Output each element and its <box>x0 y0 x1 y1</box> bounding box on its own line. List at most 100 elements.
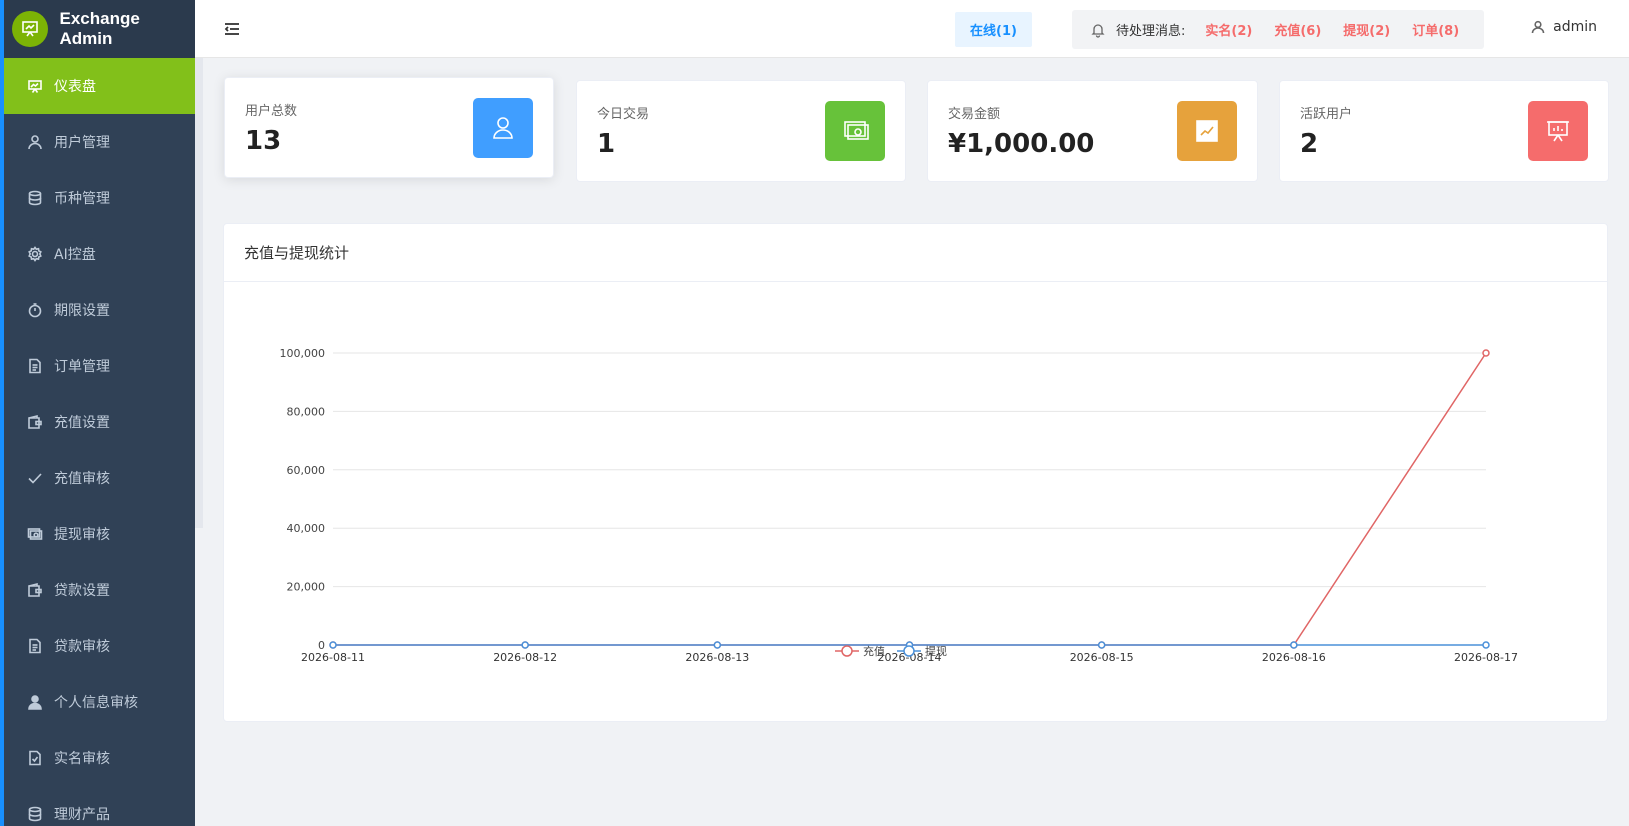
y-tick-label: 60,000 <box>287 464 326 477</box>
y-tick-label: 40,000 <box>287 522 326 535</box>
timer-icon <box>26 301 44 319</box>
user-menu[interactable]: admin <box>1531 19 1597 35</box>
menu-toggle-icon[interactable] <box>223 20 241 38</box>
person-filled-icon <box>26 693 44 711</box>
sidebar-item-7[interactable]: 充值审核 <box>4 450 195 506</box>
presentation-icon <box>1528 101 1588 161</box>
stat-value: 2 <box>1300 129 1319 159</box>
stat-label: 活跃用户 <box>1300 107 1353 122</box>
series-line <box>333 352 1487 646</box>
x-tick-label: 2026-08-15 <box>1070 651 1134 664</box>
stat-value: 13 <box>245 126 282 156</box>
sidebar-item-13[interactable]: 理财产品 <box>4 786 195 826</box>
sidebar-item-10[interactable]: 贷款审核 <box>4 618 195 674</box>
logo-bar: Exchange Admin <box>4 0 195 58</box>
app-title: Exchange Admin <box>59 9 140 48</box>
stat-label: 交易金额 <box>948 107 1001 122</box>
sidebar-item-label: 提现审核 <box>54 527 110 543</box>
bell-icon <box>1091 23 1105 38</box>
data-point <box>1482 641 1490 649</box>
wallet-icon <box>26 413 44 431</box>
data-point <box>521 641 529 649</box>
stat-value: ¥1,000.00 <box>948 129 1095 159</box>
sidebar-item-label: 充值设置 <box>54 415 110 431</box>
gear-icon <box>26 245 44 263</box>
sidebar-item-label: 充值审核 <box>54 471 110 487</box>
user-icon <box>1531 20 1545 34</box>
sidebar-item-4[interactable]: 期限设置 <box>4 282 195 338</box>
database-icon <box>26 189 44 207</box>
sidebar-item-label: 贷款设置 <box>54 583 110 599</box>
sidebar-item-label: 期限设置 <box>54 303 110 319</box>
sidebar-item-label: 贷款审核 <box>54 639 110 655</box>
stat-label: 用户总数 <box>245 104 298 119</box>
x-tick-label: 2026-08-16 <box>1262 651 1326 664</box>
sidebar: Exchange Admin 仪表盘用户管理币种管理 AI控盘期限设置订单管理充值… <box>0 0 195 826</box>
sidebar-scrollbar[interactable] <box>195 58 203 528</box>
wallet-icon <box>26 581 44 599</box>
username: admin <box>1553 19 1597 35</box>
pending-withdraw-link[interactable]: 提现(2) <box>1343 20 1390 39</box>
data-point <box>329 641 337 649</box>
x-tick-label: 2026-08-11 <box>301 651 365 664</box>
x-tick-label: 2026-08-17 <box>1454 651 1518 664</box>
pending-label: 待处理消息: <box>1116 24 1186 39</box>
sidebar-item-label: 理财产品 <box>54 807 110 823</box>
sidebar-item-label: 用户管理 <box>54 135 110 151</box>
doc-check-icon <box>26 749 44 767</box>
sidebar-item-2[interactable]: 币种管理 <box>4 170 195 226</box>
sidebar-item-9[interactable]: 贷款设置 <box>4 562 195 618</box>
document-icon <box>26 357 44 375</box>
sidebar-item-1[interactable]: 用户管理 <box>4 114 195 170</box>
sidebar-item-3[interactable]: AI控盘 <box>4 226 195 282</box>
pending-realname-link[interactable]: 实名(2) <box>1205 20 1252 39</box>
chart-card: 充值与提现统计 0 20,000 40,000 60,000 80,000 100,000… <box>223 223 1608 722</box>
sidebar-item-6[interactable]: 充值设置 <box>4 394 195 450</box>
legend-label: 提现 <box>925 645 947 658</box>
data-point <box>1097 641 1106 649</box>
logo-icon <box>12 11 48 47</box>
pending-recharge-link[interactable]: 充值(6) <box>1274 20 1321 39</box>
legend-label: 充值 <box>863 644 885 658</box>
pending-order-link[interactable]: 订单(8) <box>1412 20 1459 39</box>
legend-marker <box>903 645 915 657</box>
stat-card-today-trades[interactable]: 今日交易 1 <box>576 80 906 182</box>
user-icon <box>26 133 44 151</box>
legend-marker <box>841 645 853 657</box>
stat-card-active-users[interactable]: 活跃用户 2 <box>1279 80 1609 182</box>
check-icon <box>26 469 44 487</box>
line-chart: 020,00040,00060,00080,000100,0002026-08-… <box>280 347 1518 664</box>
trend-chart-icon <box>1177 101 1237 161</box>
stat-card-trade-amount[interactable]: 交易金额 ¥1,000.00 <box>927 80 1258 182</box>
x-tick-label: 2026-08-12 <box>493 651 557 664</box>
x-tick-label: 2026-08-13 <box>685 651 749 664</box>
sidebar-item-label: 实名审核 <box>54 751 110 767</box>
sidebar-item-label: 币种管理 <box>54 191 110 207</box>
data-point <box>713 641 722 649</box>
user-icon <box>473 98 533 158</box>
data-point <box>1290 641 1298 649</box>
stat-label: 今日交易 <box>597 107 650 122</box>
y-tick-label: 100,000 <box>280 347 326 360</box>
top-header: 在线(1) 待处理消息: 实名(2) 充值(6) 提现(2) 订单(8) adm… <box>195 0 1629 58</box>
sidebar-item-label: 订单管理 <box>54 359 110 375</box>
sidebar-item-11[interactable]: 个人信息审核 <box>4 674 195 730</box>
data-point <box>1482 349 1490 357</box>
dashboard-icon <box>26 77 44 95</box>
sidebar-menu: 仪表盘用户管理币种管理 AI控盘期限设置订单管理充值设置充值审核提现审核贷款设置贷… <box>4 58 195 826</box>
stat-card-total-users[interactable]: 用户总数 13 <box>224 77 554 178</box>
sidebar-item-label: 仪表盘 <box>54 79 96 95</box>
database-icon <box>26 805 44 823</box>
sidebar-item-8[interactable]: 提现审核 <box>4 506 195 562</box>
sidebar-item-12[interactable]: 实名审核 <box>4 730 195 786</box>
document-icon <box>26 637 44 655</box>
stat-value: 1 <box>597 129 616 159</box>
online-badge[interactable]: 在线(1) <box>955 12 1032 47</box>
sidebar-item-5[interactable]: 订单管理 <box>4 338 195 394</box>
sidebar-item-label: 个人信息审核 <box>54 695 138 711</box>
money-icon <box>26 525 44 543</box>
sidebar-item-0[interactable]: 仪表盘 <box>4 58 195 114</box>
y-tick-label: 20,000 <box>287 581 326 594</box>
pending-messages: 待处理消息: 实名(2) 充值(6) 提现(2) 订单(8) <box>1072 10 1484 49</box>
money-icon <box>825 101 885 161</box>
